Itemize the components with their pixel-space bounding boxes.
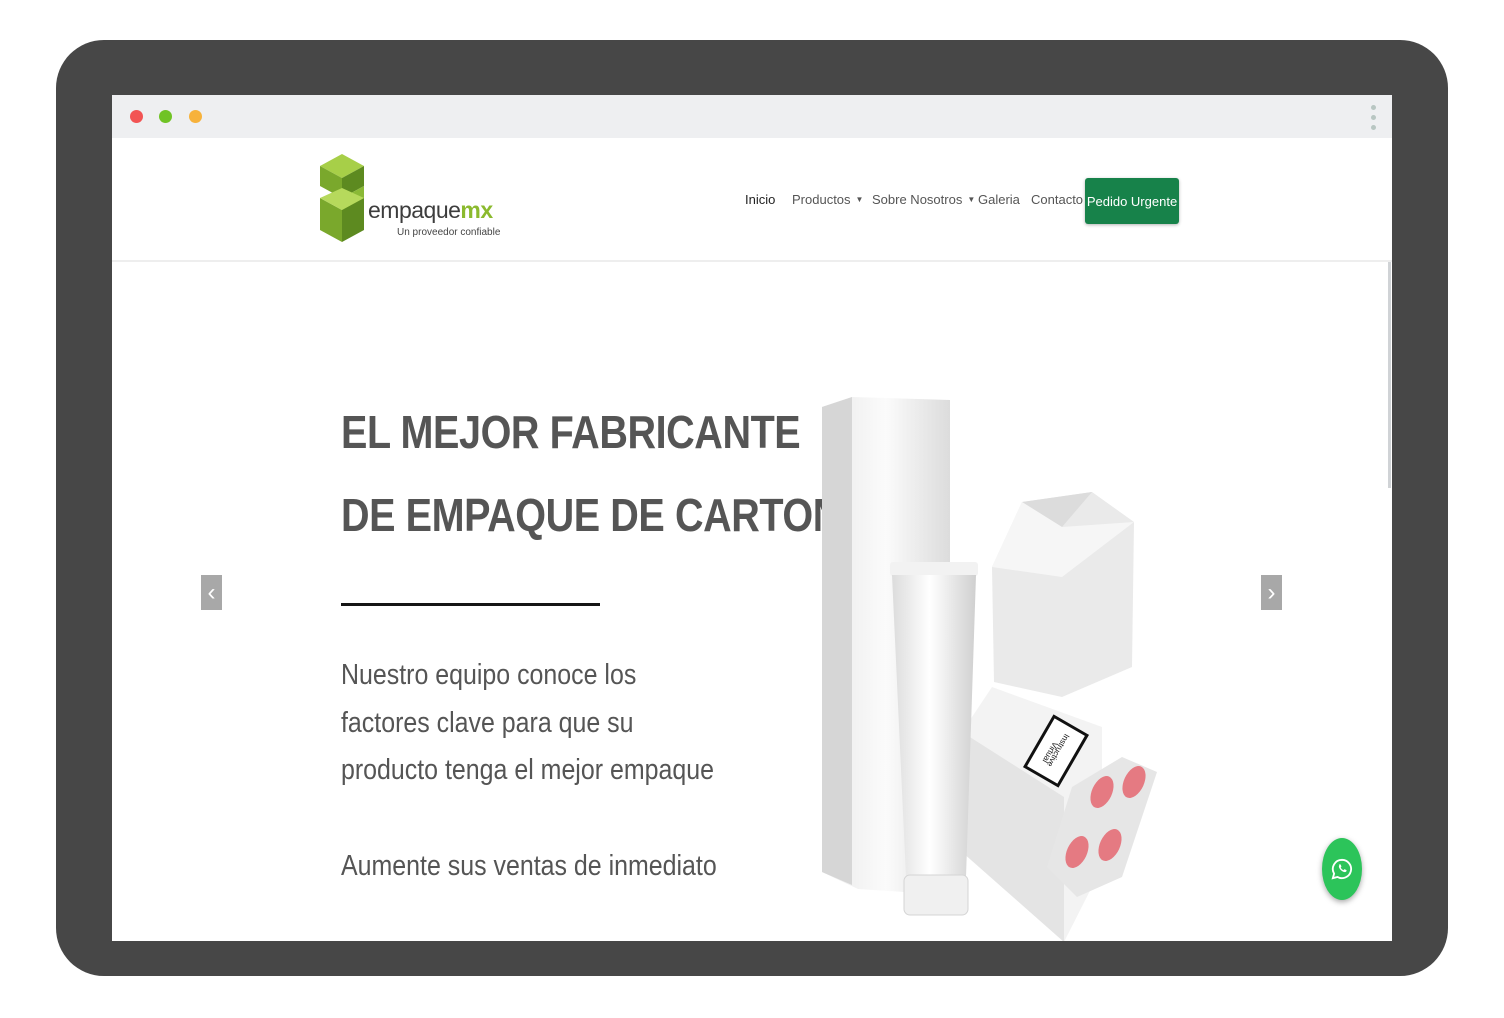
brand-name: empaquemx xyxy=(368,197,493,223)
close-window-button[interactable] xyxy=(130,110,143,123)
hero-body-line-4: Aumente sus ventas de inmediato xyxy=(341,850,717,882)
hero-divider xyxy=(341,603,600,606)
hero-body-line-1: Nuestro equipo conoce los xyxy=(341,659,637,691)
nav-sobre-nosotros[interactable]: Sobre Nosotros ▼ xyxy=(872,192,975,207)
nav-galeria[interactable]: Galeria xyxy=(978,192,1020,207)
slider-next-button[interactable]: › xyxy=(1261,575,1282,610)
chevron-left-icon: ‹ xyxy=(207,578,216,606)
brand-tagline: Un proveedor confiable xyxy=(397,227,501,238)
browser-titlebar xyxy=(112,95,1392,138)
whatsapp-chat-button[interactable] xyxy=(1322,838,1362,900)
hero-body-line-2: factores clave para que su xyxy=(341,707,634,739)
caret-down-icon: ▼ xyxy=(967,195,976,204)
maximize-window-button[interactable] xyxy=(159,110,172,123)
kebab-menu-icon[interactable] xyxy=(1369,105,1379,131)
hero-body-line-3: producto tenga el mejor empaque xyxy=(341,754,714,786)
site-header: empaquemx Un proveedor confiable Inicio … xyxy=(112,138,1392,262)
pedido-urgente-button[interactable]: Pedido Urgente xyxy=(1085,178,1179,224)
site-logo[interactable]: empaquemx Un proveedor confiable xyxy=(318,154,508,246)
hero-slider: EL MEJOR FABRICANTE DE EMPAQUE DE CARTON… xyxy=(112,262,1392,941)
nav-inicio[interactable]: Inicio xyxy=(745,192,775,207)
nav-productos[interactable]: Productos ▼ xyxy=(792,192,863,207)
hero-headline-line-2: DE EMPAQUE DE CARTON xyxy=(341,489,841,541)
packaging-product-image: Instructive Virtual xyxy=(822,397,1157,941)
hero-headline-line-1: EL MEJOR FABRICANTE xyxy=(341,406,801,458)
browser-window: empaquemx Un proveedor confiable Inicio … xyxy=(112,95,1392,941)
nav-contacto[interactable]: Contacto xyxy=(1031,192,1083,207)
chevron-right-icon: › xyxy=(1267,578,1276,606)
minimize-window-button[interactable] xyxy=(189,110,202,123)
caret-down-icon: ▼ xyxy=(855,195,864,204)
whatsapp-icon xyxy=(1331,858,1353,880)
cube-stack-icon xyxy=(320,154,364,242)
slider-prev-button[interactable]: ‹ xyxy=(201,575,222,610)
